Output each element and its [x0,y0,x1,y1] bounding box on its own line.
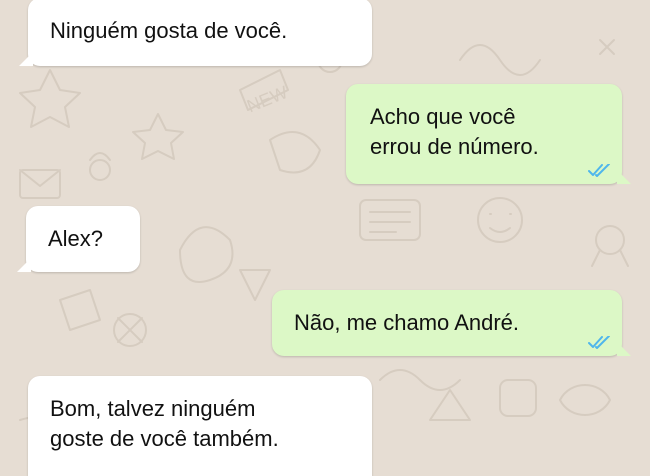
message-text: Bom, talvez ninguém goste de você também… [50,396,279,451]
message-bubble-incoming[interactable]: Ninguém gosta de você. [19,0,372,66]
message-bubble-incoming[interactable]: Bom, talvez ninguém goste de você também… [28,376,372,476]
message-text: Não, me chamo André. [294,310,520,335]
message-text: Alex? [48,226,104,251]
message-text: Acho que você errou de número. [370,104,539,159]
message-text: Ninguém gosta de você. [50,18,288,43]
message-bubble-outgoing[interactable]: Não, me chamo André. [272,290,631,356]
read-double-check-icon [588,336,610,349]
read-double-check-icon [588,164,610,177]
message-bubble-incoming[interactable]: Alex? [17,206,140,272]
message-bubble-outgoing[interactable]: Acho que você errou de número. [346,84,631,184]
